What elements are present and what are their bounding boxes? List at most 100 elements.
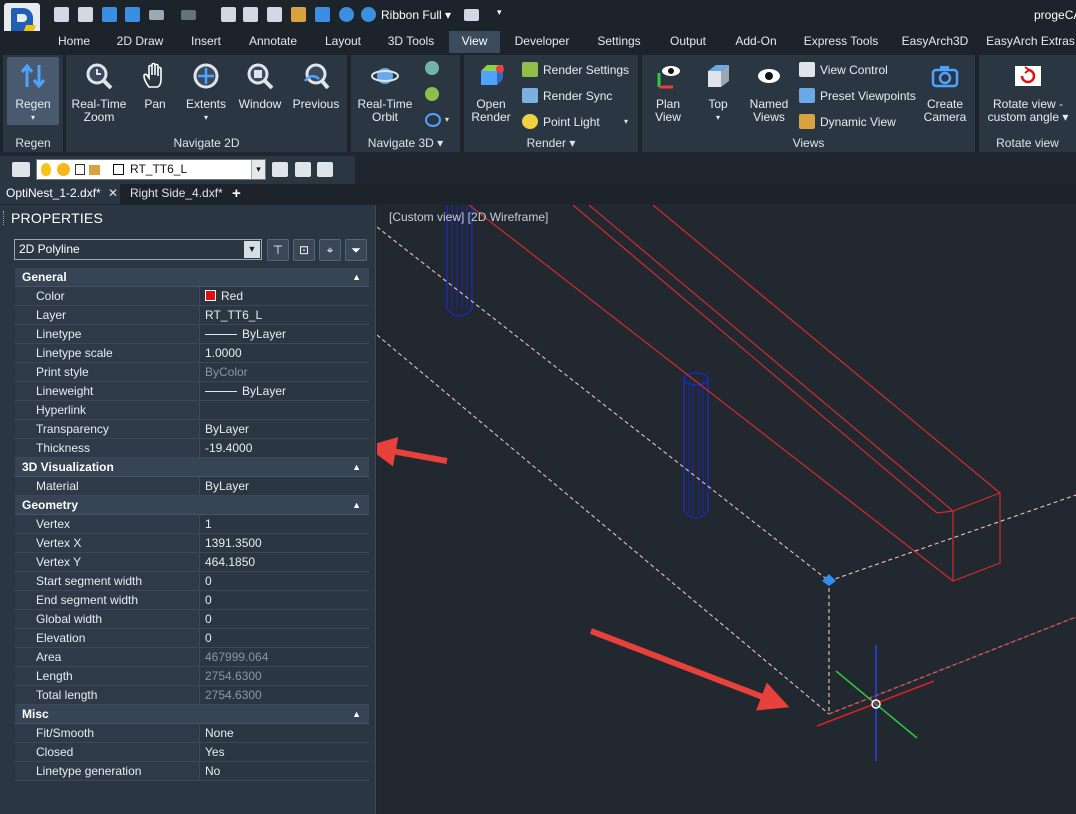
point-light-dropdown-icon[interactable]: ▾ (624, 117, 628, 126)
tab-home[interactable]: Home (50, 31, 98, 53)
clean-icon[interactable] (291, 7, 306, 22)
property-value[interactable]: 0 (205, 629, 212, 647)
property-row[interactable]: Color Red (15, 287, 369, 306)
property-value[interactable]: 0 (205, 572, 212, 590)
collapse-caret-icon[interactable]: ▲ (352, 496, 361, 515)
plan-view-button[interactable]: Plan View (646, 61, 690, 124)
layer-lock-icon[interactable] (89, 165, 100, 175)
pan-button[interactable]: Pan (134, 61, 176, 111)
make-object-layer-current-icon[interactable] (272, 162, 288, 177)
new-tab-plus-icon[interactable]: + (232, 184, 246, 204)
tab-3d-tools[interactable]: 3D Tools (379, 31, 443, 53)
layer-previous-icon[interactable] (295, 162, 311, 177)
property-row[interactable]: Transparency ByLayer (15, 420, 369, 439)
property-row[interactable]: Length 2754.6300 (15, 667, 369, 686)
tab-easyarch3d[interactable]: EasyArch3D (895, 31, 975, 53)
object-type-select[interactable]: 2D Polyline ▼ (14, 239, 262, 260)
property-row[interactable]: Vertex X 1391.3500 (15, 534, 369, 553)
workspace-icon[interactable] (464, 9, 479, 21)
layer-dropdown-arrow-icon[interactable]: ▾ (251, 160, 265, 179)
undo-icon[interactable] (149, 10, 164, 20)
tab-layout[interactable]: Layout (316, 31, 370, 53)
save-all-icon[interactable] (125, 7, 140, 22)
redo-icon[interactable] (181, 10, 196, 20)
layer-viewport-icon[interactable] (75, 164, 85, 175)
property-row[interactable]: Global width 0 (15, 610, 369, 629)
layer-on-bulb-icon[interactable] (41, 163, 51, 176)
settings-icon[interactable] (361, 7, 376, 22)
tab-2d-draw[interactable]: 2D Draw (108, 31, 172, 53)
collapse-caret-icon[interactable]: ▲ (352, 458, 361, 477)
beam[interactable] (468, 205, 1001, 582)
rotate-view-button[interactable]: Rotate view - custom angle ▾ (983, 61, 1073, 124)
property-value[interactable]: -19.4000 (205, 439, 252, 457)
continuous-orbit-icon[interactable] (425, 87, 439, 101)
property-value[interactable]: 1 (205, 515, 212, 533)
property-row[interactable]: Vertex 1 (15, 515, 369, 534)
property-row[interactable]: Start segment width 0 (15, 572, 369, 591)
tab-insert[interactable]: Insert (181, 31, 231, 53)
section-header[interactable]: Misc ▲ (15, 705, 369, 724)
section-header[interactable]: General ▲ (15, 268, 369, 287)
property-row[interactable]: Layer RT_TT6_L (15, 306, 369, 325)
property-row[interactable]: Total length 2754.6300 (15, 686, 369, 705)
layer-states-icon[interactable] (317, 162, 333, 177)
help-icon[interactable] (339, 7, 354, 22)
layer-dropdown[interactable]: RT_TT6_L ▾ (36, 159, 266, 180)
vertex-grip[interactable] (822, 574, 836, 586)
property-row[interactable]: Area 467999.064 (15, 648, 369, 667)
property-row[interactable]: Hyperlink (15, 401, 369, 420)
property-value[interactable]: 1.0000 (205, 344, 242, 362)
collapse-caret-icon[interactable]: ▲ (352, 705, 361, 724)
tab-annotate[interactable]: Annotate (240, 31, 306, 53)
property-row[interactable]: Linetype ByLayer (15, 325, 369, 344)
layer-manager-icon[interactable] (12, 162, 30, 177)
property-row[interactable]: Thickness -19.4000 (15, 439, 369, 458)
property-row[interactable]: End segment width 0 (15, 591, 369, 610)
property-row[interactable]: Fit/Smooth None (15, 724, 369, 743)
navigate-3d-more-icon[interactable]: ▾ (445, 115, 449, 124)
property-value[interactable]: 464.1850 (205, 553, 255, 571)
tab-settings[interactable]: Settings (588, 31, 650, 53)
tab-developer[interactable]: Developer (506, 31, 578, 53)
drawing-viewport[interactable]: [Custom view] [2D Wireframe] (377, 205, 1076, 814)
view-label[interactable]: [Custom view] [2D Wireframe] (389, 210, 548, 224)
tab-output[interactable]: Output (660, 31, 716, 53)
tab-easyarch-extras[interactable]: EasyArch Extras (985, 31, 1076, 53)
selected-polyline[interactable] (377, 226, 1076, 715)
create-camera-button[interactable]: Create Camera (922, 61, 968, 124)
property-value[interactable]: Yes (205, 743, 225, 761)
property-value[interactable]: 0 (205, 610, 212, 628)
extents-button[interactable]: Extents ▾ (181, 61, 231, 124)
property-row[interactable]: Elevation 0 (15, 629, 369, 648)
section-header[interactable]: 3D Visualization ▲ (15, 458, 369, 477)
layer-color-swatch[interactable] (113, 164, 124, 175)
doc-tab-right-side[interactable]: Right Side_4.dxf* (124, 184, 224, 204)
property-value[interactable]: Red (205, 287, 243, 305)
view-control-button[interactable]: View Control (799, 61, 888, 79)
section-header[interactable]: Geometry ▲ (15, 496, 369, 515)
cylinder-lower[interactable] (683, 372, 709, 519)
property-row[interactable]: Material ByLayer (15, 477, 369, 496)
property-row[interactable]: Vertex Y 464.1850 (15, 553, 369, 572)
property-value[interactable]: RT_TT6_L (205, 306, 262, 324)
quick-select-icon[interactable]: ⌖ (319, 239, 341, 261)
tab-express-tools[interactable]: Express Tools (797, 31, 885, 53)
save-icon[interactable] (102, 7, 117, 22)
drawing-canvas[interactable] (377, 205, 1076, 814)
property-row[interactable]: Closed Yes (15, 743, 369, 762)
toggle-pickadd-icon[interactable]: ⊤ (267, 239, 289, 261)
tab-add-on[interactable]: Add-On (726, 31, 786, 53)
panel-title-render[interactable]: Render ▾ (464, 136, 638, 150)
walk-fly-icon[interactable] (425, 113, 441, 127)
layer-thaw-sun-icon[interactable] (57, 163, 70, 176)
regen-button[interactable]: Regen ▾ (7, 57, 59, 125)
close-tab-icon[interactable]: ✕ (108, 184, 118, 203)
preset-viewpoints-button[interactable]: Preset Viewpoints (799, 87, 916, 105)
point-light-button[interactable]: Point Light (522, 113, 600, 131)
palette-grip[interactable] (3, 211, 6, 225)
window-zoom-button[interactable]: Window (234, 61, 286, 111)
top-view-button[interactable]: Top ▾ (698, 61, 738, 124)
free-orbit-icon[interactable] (425, 61, 439, 75)
publish-icon[interactable] (221, 7, 236, 22)
